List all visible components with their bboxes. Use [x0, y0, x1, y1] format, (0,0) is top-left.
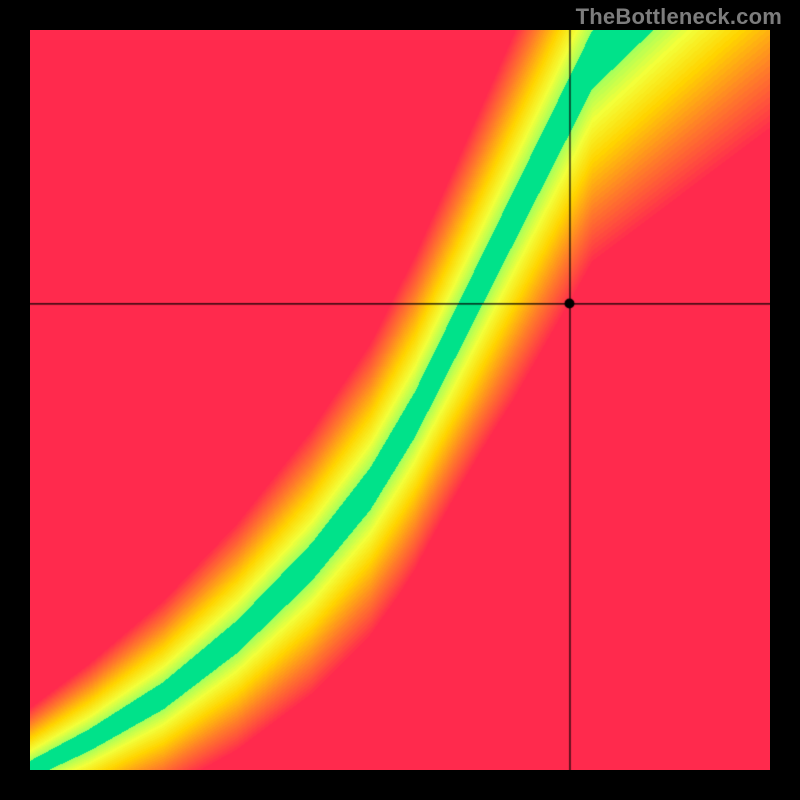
watermark-text: TheBottleneck.com	[576, 4, 782, 30]
chart-frame: TheBottleneck.com	[0, 0, 800, 800]
bottleneck-heatmap	[30, 30, 770, 770]
